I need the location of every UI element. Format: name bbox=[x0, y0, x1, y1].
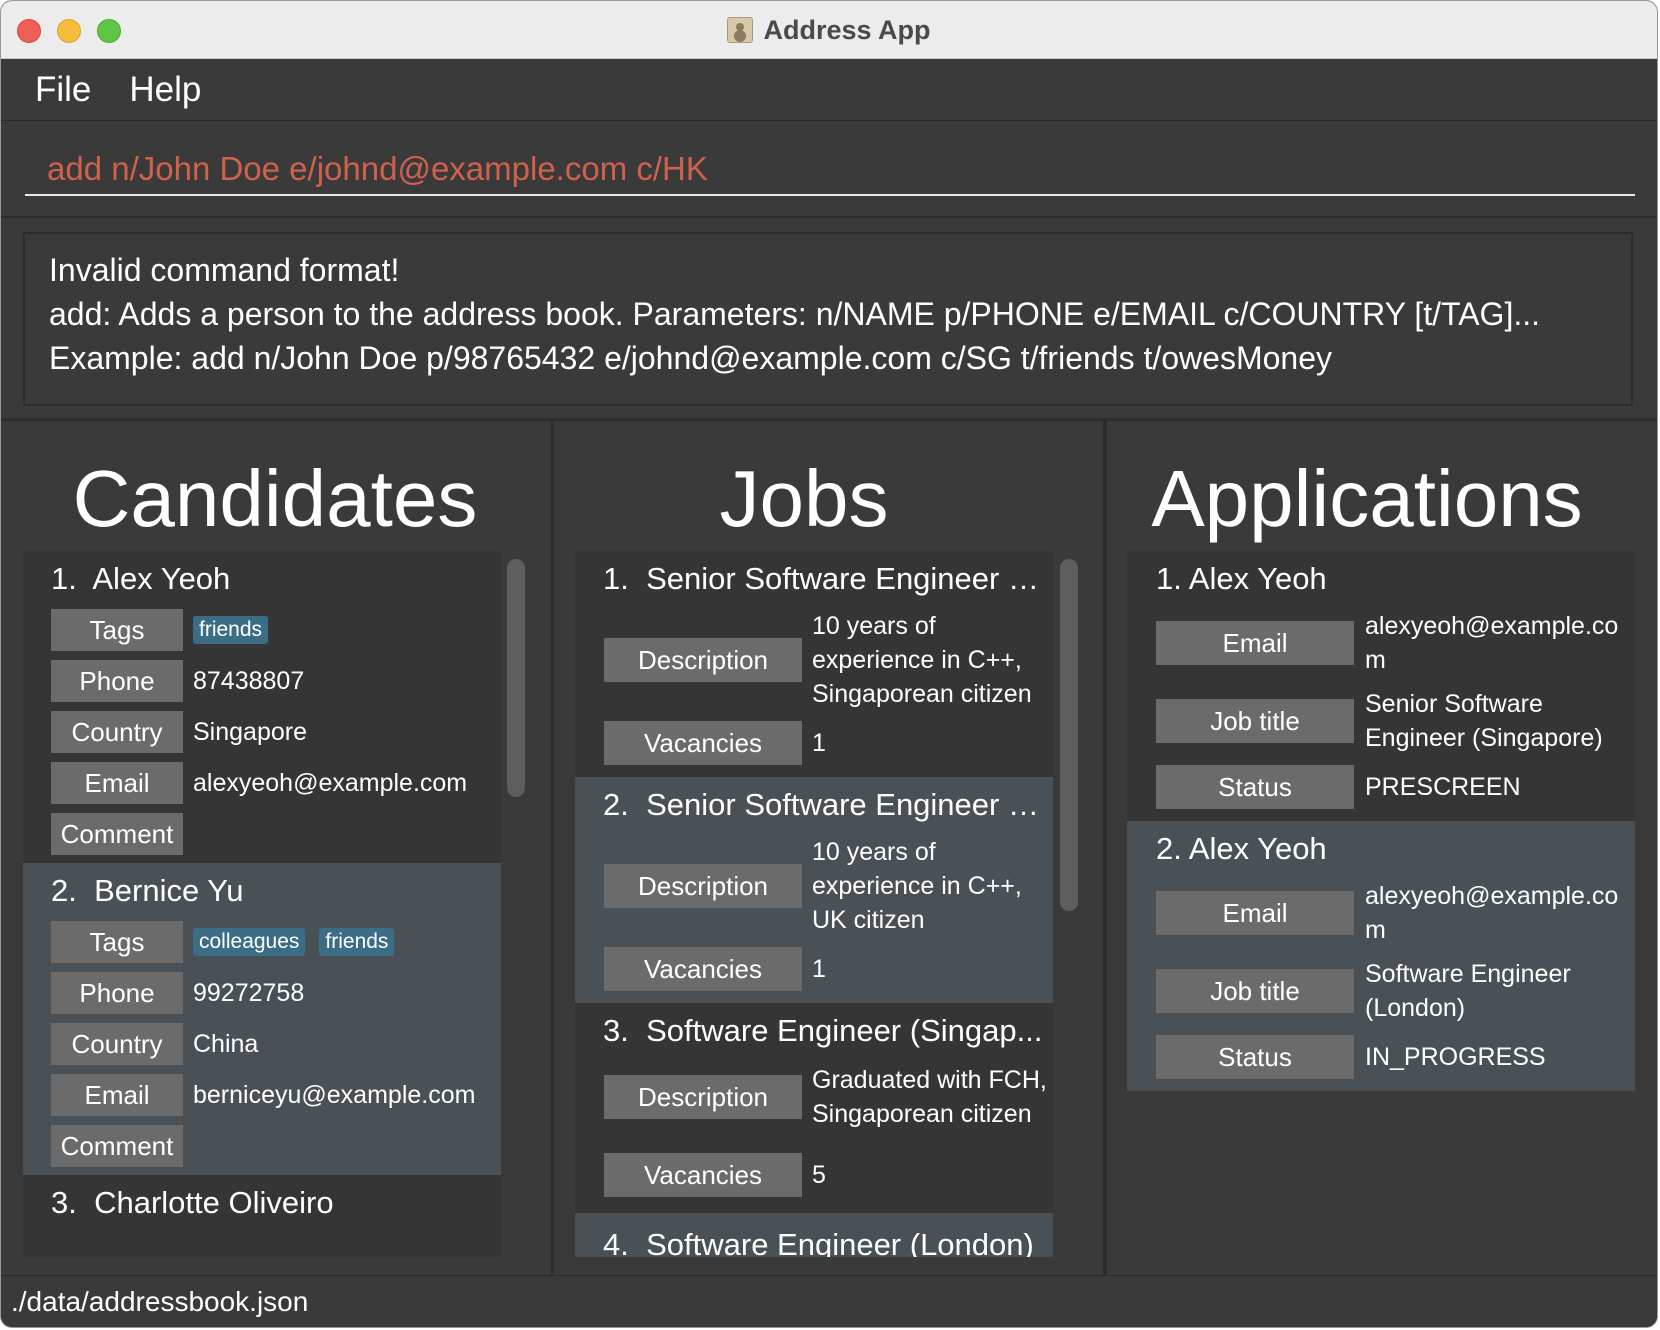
result-line: Invalid command format! bbox=[49, 252, 400, 288]
status-label: Status bbox=[1156, 765, 1354, 809]
vacancies-label: Vacancies bbox=[604, 947, 802, 991]
email-value: berniceyu@example.com bbox=[193, 1081, 476, 1109]
job-card[interactable]: 4. Software Engineer (London) bbox=[575, 1213, 1053, 1257]
email-value: alexyeoh@example.co m bbox=[1365, 612, 1619, 674]
job-title: 3. Software Engineer (Singap... bbox=[603, 1013, 1043, 1048]
vacancies-value: 1 bbox=[812, 955, 826, 983]
job-title-label: Job title bbox=[1156, 969, 1354, 1013]
result-display: Invalid command format! add: Adds a pers… bbox=[1, 220, 1657, 418]
description-label: Description bbox=[604, 638, 802, 682]
phone-label: Phone bbox=[51, 972, 183, 1014]
jobs-scrollbar[interactable] bbox=[1060, 559, 1078, 911]
vacancies-value: 1 bbox=[812, 729, 826, 757]
title-bar: Address App bbox=[1, 1, 1657, 59]
job-title-value: Senior Software Engineer (Singapore) bbox=[1365, 690, 1603, 752]
app-window: Address App File Help Invalid command fo… bbox=[0, 0, 1658, 1328]
tag-badge: colleagues bbox=[193, 928, 306, 956]
candidate-name: 1. Alex Yeoh bbox=[51, 561, 231, 596]
command-box bbox=[1, 122, 1657, 218]
description-label: Description bbox=[604, 864, 802, 908]
jobs-panel: Jobs 1. Senior Software Engineer (S... D… bbox=[554, 421, 1103, 1275]
candidates-title: Candidates bbox=[72, 454, 478, 543]
job-title: 1. Senior Software Engineer (S... bbox=[603, 561, 1043, 596]
application-name: 2. Alex Yeoh bbox=[1156, 831, 1327, 866]
comment-label: Comment bbox=[51, 813, 183, 855]
email-label: Email bbox=[51, 1074, 183, 1116]
phone-label: Phone bbox=[51, 660, 183, 702]
panels-container: Candidates 1. Alex Yeoh Tags friends Pho… bbox=[1, 418, 1657, 1275]
job-title-value: Software Engineer (London) bbox=[1365, 960, 1571, 1022]
vacancies-value: 5 bbox=[812, 1161, 826, 1189]
application-name: 1. Alex Yeoh bbox=[1156, 561, 1327, 596]
description-label: Description bbox=[604, 1075, 802, 1119]
status-value: PRESCREEN bbox=[1365, 773, 1521, 801]
description-value: 10 years of experience in C++, Singapore… bbox=[812, 612, 1032, 708]
candidate-name: 2. Bernice Yu bbox=[51, 873, 244, 908]
email-label: Email bbox=[1156, 891, 1354, 935]
job-card[interactable]: 2. Senior Software Engineer (L... Descri… bbox=[575, 777, 1053, 1003]
comment-label: Comment bbox=[51, 1125, 183, 1167]
jobs-title: Jobs bbox=[719, 454, 889, 543]
status-bar: ./data/addressbook.json bbox=[1, 1275, 1657, 1327]
applications-panel: Applications 1. Alex Yeoh Email alexyeoh… bbox=[1107, 421, 1657, 1275]
email-label: Email bbox=[51, 762, 183, 804]
address-book-icon bbox=[727, 17, 754, 43]
result-text-area[interactable]: Invalid command format! add: Adds a pers… bbox=[23, 232, 1633, 406]
candidates-scrollbar[interactable] bbox=[507, 559, 525, 797]
result-line: Example: add n/John Doe p/98765432 e/joh… bbox=[49, 340, 1332, 376]
applications-title: Applications bbox=[1151, 454, 1583, 543]
job-title-label: Job title bbox=[1156, 699, 1354, 743]
candidate-name: 3. Charlotte Oliveiro bbox=[51, 1185, 334, 1220]
candidates-panel: Candidates 1. Alex Yeoh Tags friends Pho… bbox=[1, 421, 551, 1275]
command-input[interactable] bbox=[25, 144, 1635, 196]
vacancies-label: Vacancies bbox=[604, 721, 802, 765]
candidate-card[interactable]: 3. Charlotte Oliveiro bbox=[23, 1175, 501, 1257]
candidate-card[interactable]: 1. Alex Yeoh Tags friends Phone 87438807… bbox=[23, 551, 501, 863]
save-location-path: ./data/addressbook.json bbox=[11, 1286, 309, 1317]
country-label: Country bbox=[51, 1023, 183, 1065]
window-title: Address App bbox=[763, 14, 931, 45]
country-value: China bbox=[193, 1030, 259, 1058]
tag-badge: friends bbox=[193, 616, 269, 644]
application-card[interactable]: 1. Alex Yeoh Email alexyeoh@example.co m… bbox=[1127, 551, 1635, 821]
tags-label: Tags bbox=[51, 609, 183, 651]
email-label: Email bbox=[1156, 621, 1354, 665]
country-label: Country bbox=[51, 711, 183, 753]
description-value: Graduated with FCH, Singaporean citizen bbox=[812, 1066, 1047, 1128]
country-value: Singapore bbox=[193, 718, 307, 746]
jobs-list[interactable]: 1. Senior Software Engineer (S... Descri… bbox=[575, 551, 1053, 1257]
email-value: alexyeoh@example.co m bbox=[1365, 882, 1619, 944]
job-title: 2. Senior Software Engineer (L... bbox=[603, 787, 1043, 822]
candidates-list[interactable]: 1. Alex Yeoh Tags friends Phone 87438807… bbox=[23, 551, 501, 1257]
tag-badge: friends bbox=[319, 928, 395, 956]
status-label: Status bbox=[1156, 1035, 1354, 1079]
menu-bar: File Help bbox=[1, 59, 1657, 121]
job-card[interactable]: 1. Senior Software Engineer (S... Descri… bbox=[575, 551, 1053, 777]
tags-label: Tags bbox=[51, 921, 183, 963]
job-card[interactable]: 3. Software Engineer (Singap... Descript… bbox=[575, 1003, 1053, 1213]
vacancies-label: Vacancies bbox=[604, 1153, 802, 1197]
menu-help[interactable]: Help bbox=[129, 70, 201, 110]
phone-value: 87438807 bbox=[193, 667, 305, 695]
candidate-card[interactable]: 2. Bernice Yu Tags colleagues friends Ph… bbox=[23, 863, 501, 1175]
menu-file[interactable]: File bbox=[35, 70, 91, 110]
result-line: add: Adds a person to the address book. … bbox=[49, 296, 1540, 332]
status-value: IN_PROGRESS bbox=[1365, 1043, 1546, 1071]
applications-list[interactable]: 1. Alex Yeoh Email alexyeoh@example.co m… bbox=[1127, 551, 1635, 1257]
description-value: 10 years of experience in C++, UK citize… bbox=[812, 838, 1022, 934]
phone-value: 99272758 bbox=[193, 979, 305, 1007]
application-card[interactable]: 2. Alex Yeoh Email alexyeoh@example.co m… bbox=[1127, 821, 1635, 1091]
job-title: 4. Software Engineer (London) bbox=[603, 1227, 1034, 1257]
email-value: alexyeoh@example.com bbox=[193, 769, 468, 797]
